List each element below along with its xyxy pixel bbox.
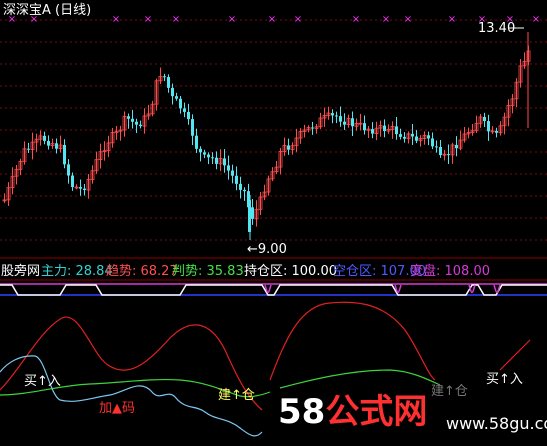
low-price-value: 9.00 <box>257 242 287 257</box>
candle-body <box>199 148 202 153</box>
candle-body <box>163 76 166 78</box>
candle-body <box>495 130 498 133</box>
candle-body <box>187 111 190 120</box>
low-price-label: ←9.00 <box>247 242 287 257</box>
candle-body <box>363 123 366 131</box>
candle-body <box>351 118 354 127</box>
signal-marker: × <box>172 14 180 25</box>
candle-body <box>231 170 234 176</box>
candle-body <box>399 134 402 137</box>
high-price-label: 13.40 <box>478 21 516 36</box>
signal-marker: × <box>382 14 390 25</box>
signal-marker: × <box>532 14 540 25</box>
indicator-item: 判势: 35.83 <box>172 264 244 279</box>
candle-body <box>139 124 142 127</box>
candle-body <box>403 136 406 139</box>
buy-signal-1: 买↑入 <box>24 374 61 389</box>
buy-signal-2: 买↑入 <box>486 372 523 387</box>
candle-body <box>183 108 186 112</box>
candle-body <box>243 189 246 192</box>
candle-body <box>179 98 182 109</box>
candle-body <box>427 135 430 139</box>
candle-body <box>131 118 134 122</box>
site-watermark-logo: 58公式网 <box>278 392 427 432</box>
candle-body <box>439 147 442 156</box>
trend-line <box>499 339 531 371</box>
candle-body <box>71 175 74 188</box>
candle-body <box>311 127 314 129</box>
indicator-values: 主力: 28.84 趋势: 68.27 判势: 35.83 持仓区: 100.00 空仓… <box>0 264 547 280</box>
candle-body <box>335 115 338 117</box>
chart-canvas[interactable]: × × × × × × × × × × × × × × × <box>0 0 547 446</box>
candle-body <box>43 135 46 141</box>
signal-marker: × <box>448 14 456 25</box>
signal-marker: × <box>228 14 236 25</box>
signal-marker: × <box>144 14 152 25</box>
candle-body <box>339 116 342 122</box>
candle-body <box>383 125 386 132</box>
candle-body <box>447 154 450 156</box>
indicator-item: 持仓区: 100.00 <box>244 264 337 279</box>
zone-bands <box>0 283 547 296</box>
candle-body <box>175 96 178 99</box>
candle-body <box>55 143 58 149</box>
candle-body <box>251 207 254 219</box>
candle-body <box>203 152 206 155</box>
candle-body <box>171 87 174 97</box>
signal-marker: × <box>404 14 412 25</box>
candle-body <box>411 133 414 137</box>
indicator-item: 变盘: 108.00 <box>410 264 490 279</box>
candle-body <box>67 164 70 176</box>
candle-body <box>27 148 30 150</box>
candle-body <box>435 146 438 148</box>
candle-body <box>395 126 398 135</box>
candle-body <box>195 135 198 149</box>
candle-body <box>248 200 251 232</box>
candle-body <box>167 76 170 88</box>
candle-body <box>79 187 82 189</box>
candle-body <box>487 121 490 132</box>
price-grid <box>0 19 547 281</box>
candle-body <box>47 140 50 146</box>
reversal-mark <box>493 284 501 294</box>
candle-body <box>235 175 238 184</box>
add-position-signal: 加▲码 <box>99 401 135 416</box>
candle-body <box>191 119 194 136</box>
candle-body <box>331 113 334 116</box>
candle-body <box>415 136 418 141</box>
signal-marker: × <box>294 14 302 25</box>
signal-marker: × <box>352 14 360 25</box>
candle-body <box>227 165 230 171</box>
candle-body <box>371 129 374 134</box>
candle-body <box>63 144 66 165</box>
candle-body <box>343 121 346 125</box>
hold-zone-line <box>0 284 547 296</box>
watermark-digits: 58 <box>278 392 326 432</box>
build-position-signal: 建↑仓 <box>218 388 255 403</box>
candle-body <box>83 188 86 191</box>
signal-marker: × <box>112 14 120 25</box>
candle-body <box>239 183 242 190</box>
indicator-item: 主力: 28.84 <box>41 264 113 279</box>
candle-body <box>483 116 486 122</box>
candle-body <box>431 138 434 147</box>
trend-line <box>269 301 436 381</box>
candle-body <box>455 144 458 149</box>
signal-marker: × <box>268 14 276 25</box>
candlestick-series[interactable] <box>2 32 531 240</box>
watermark-text: 公式网 <box>325 392 428 432</box>
candle-body <box>211 157 214 159</box>
candle-body <box>207 154 210 158</box>
stock-title: 深深宝A (日线) <box>3 3 92 18</box>
site-watermark-url: www.58gu.com <box>446 414 547 433</box>
candle-body <box>287 145 290 150</box>
candle-body <box>215 157 218 164</box>
build-position-signal-ghost: 建↑仓 <box>431 384 468 399</box>
candle-body <box>223 158 226 166</box>
candle-body <box>127 116 130 119</box>
candle-body <box>135 121 138 125</box>
indicator-item: 趋势: 68.27 <box>106 264 178 279</box>
